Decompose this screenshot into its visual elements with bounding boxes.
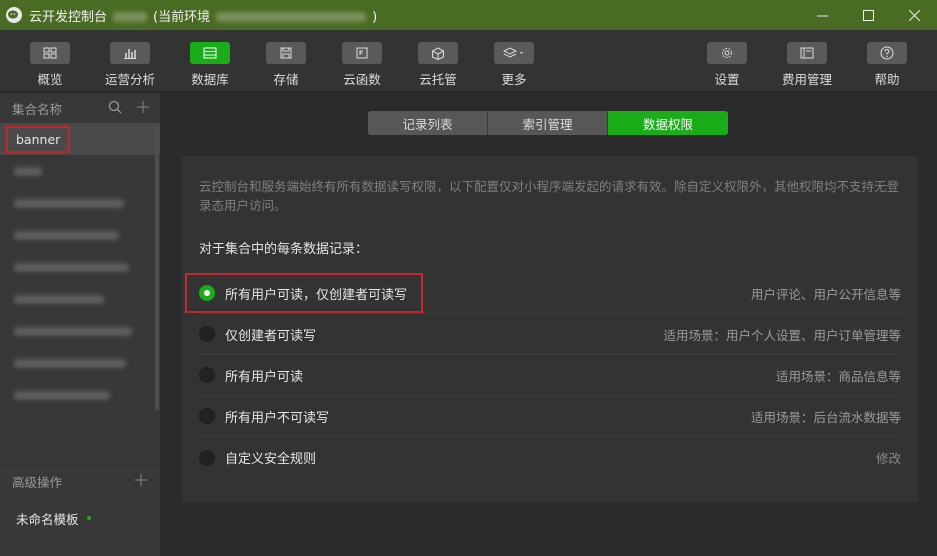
- sidebar-scrollbar[interactable]: [155, 125, 159, 410]
- help-icon: [867, 42, 907, 64]
- wechat-devtools-logo-icon: [6, 7, 22, 23]
- bar-chart-icon: [110, 42, 150, 64]
- database-icon: [190, 42, 230, 64]
- permission-option-custom[interactable]: 自定义安全规则 修改: [199, 437, 901, 478]
- unsaved-dot-icon: [86, 516, 91, 520]
- cube-icon: [418, 42, 458, 64]
- collection-item-redacted[interactable]: [0, 219, 160, 251]
- permissions-panel: 云控制台和服务端始终有所有数据读写权限，以下配置仅对小程序端发起的请求有效。除自…: [182, 156, 918, 502]
- collection-header: 集合名称: [0, 93, 160, 123]
- window-title-suffix: ): [372, 9, 378, 25]
- layers-icon: [494, 42, 534, 64]
- toolbar-database-label: 数据库: [191, 72, 229, 87]
- toolbar-cloud-hosting-label: 云托管: [419, 72, 457, 87]
- toolbar-settings[interactable]: 设置: [697, 42, 757, 88]
- collection-item-redacted[interactable]: [0, 315, 160, 347]
- permission-option-hint: 适用场景：后台流水数据等: [750, 409, 901, 425]
- toolbar-more[interactable]: 更多: [484, 42, 544, 88]
- permission-option-label: 仅创建者可读写: [225, 328, 317, 344]
- template-item[interactable]: 未命名模板: [0, 505, 91, 531]
- minimize-icon: [816, 15, 828, 16]
- collection-item-redacted[interactable]: [0, 379, 160, 411]
- tab-index-management[interactable]: 索引管理: [488, 111, 608, 135]
- permission-option-all-read[interactable]: 所有用户可读 适用场景：商品信息等: [199, 355, 901, 396]
- window-title-prefix: 云开发控制台: [29, 9, 108, 25]
- edit-rules-link[interactable]: 修改: [876, 448, 901, 467]
- toolbar-storage[interactable]: 存储: [256, 42, 316, 88]
- advanced-operations-label: 高级操作: [12, 475, 63, 490]
- toolbar-analytics[interactable]: 运营分析: [100, 42, 160, 88]
- tab-data-permissions[interactable]: 数据权限: [608, 111, 728, 135]
- maximize-icon: [862, 9, 874, 21]
- radio-unselected-icon[interactable]: [199, 367, 215, 383]
- collection-sidebar: 集合名称 banner 高级操作 未命名模板: [0, 93, 160, 556]
- radio-unselected-icon[interactable]: [199, 449, 215, 466]
- toolbar-billing[interactable]: 费用管理: [777, 42, 837, 88]
- radio-unselected-icon[interactable]: [199, 408, 215, 424]
- template-item-label: 未命名模板: [16, 511, 79, 527]
- window-title: 云开发控制台 (当前环境): [29, 6, 377, 25]
- add-collection-icon[interactable]: [136, 100, 150, 114]
- toolbar-overview-label: 概览: [37, 72, 63, 87]
- permission-option-creator-only[interactable]: 仅创建者可读写 适用场景：用户个人设置、用户订单管理等: [199, 314, 901, 355]
- toolbar-cloud-hosting[interactable]: 云托管: [408, 42, 468, 88]
- redacted-env-id: [216, 12, 367, 22]
- minimize-button[interactable]: [799, 0, 845, 30]
- toolbar-functions-label: 云函数: [343, 72, 381, 87]
- toolbar-storage-label: 存储: [273, 72, 299, 87]
- collection-item-banner[interactable]: banner: [0, 123, 160, 155]
- maximize-button[interactable]: [845, 0, 891, 30]
- redacted-appid: [113, 12, 148, 22]
- search-icon[interactable]: [108, 100, 122, 114]
- toolbar-overview[interactable]: 概览: [20, 42, 80, 88]
- advanced-operations-header: 高级操作: [0, 465, 160, 497]
- collection-item-redacted[interactable]: [0, 283, 160, 315]
- grid-icon: [30, 42, 70, 64]
- billing-icon: [787, 42, 827, 64]
- toolbar-settings-label: 设置: [714, 72, 740, 87]
- database-tabs: 记录列表 索引管理 数据权限: [368, 111, 728, 135]
- toolbar-billing-label: 费用管理: [781, 72, 832, 87]
- toolbar-functions[interactable]: 云函数: [332, 42, 392, 88]
- close-icon: [908, 9, 920, 21]
- permission-option-label: 所有用户不可读写: [225, 410, 330, 426]
- toolbar-help[interactable]: 帮助: [857, 42, 917, 88]
- permission-option-label: 所有用户可读: [225, 369, 304, 385]
- tab-record-list[interactable]: 记录列表: [368, 111, 488, 135]
- gear-icon: [707, 42, 747, 64]
- permission-option-public-read[interactable]: 所有用户可读，仅创建者可读写 用户评论、用户公开信息等: [185, 273, 901, 314]
- collection-item-banner-label: banner: [6, 125, 71, 153]
- collection-item-redacted[interactable]: [0, 155, 160, 187]
- permission-option-label: 自定义安全规则: [225, 452, 317, 467]
- collection-item-redacted[interactable]: [0, 251, 160, 283]
- permission-option-hint: 适用场景：商品信息等: [775, 368, 901, 384]
- toolbar-help-label: 帮助: [874, 72, 900, 87]
- storage-icon: [266, 42, 306, 64]
- add-template-icon[interactable]: [134, 473, 148, 487]
- permission-option-none[interactable]: 所有用户不可读写 适用场景：后台流水数据等: [199, 396, 901, 437]
- close-button[interactable]: [891, 0, 937, 30]
- permissions-description: 云控制台和服务端始终有所有数据读写权限，以下配置仅对小程序端发起的请求有效。除自…: [199, 179, 900, 213]
- collection-item-redacted[interactable]: [0, 187, 160, 219]
- collection-item-redacted[interactable]: [0, 347, 160, 379]
- function-icon: [342, 42, 382, 64]
- permission-option-hint: 用户评论、用户公开信息等: [750, 286, 901, 302]
- toolbar-database[interactable]: 数据库: [180, 42, 240, 88]
- permissions-section-title: 对于集合中的每条数据记录：: [199, 242, 369, 257]
- collection-header-label: 集合名称: [12, 101, 63, 117]
- main-toolbar: 概览 运营分析 数据库 存储 云函数 云托管 更多 设置 费用管理 帮助: [0, 30, 937, 92]
- window-title-env: (当前环境: [153, 9, 211, 25]
- radio-unselected-icon[interactable]: [199, 326, 215, 342]
- title-bar: 云开发控制台 (当前环境): [0, 0, 937, 30]
- permission-option-hint: 适用场景：用户个人设置、用户订单管理等: [663, 327, 901, 343]
- toolbar-more-label: 更多: [501, 72, 527, 87]
- highlight-box: [185, 273, 423, 313]
- toolbar-analytics-label: 运营分析: [104, 72, 155, 87]
- main-content: 记录列表 索引管理 数据权限 云控制台和服务端始终有所有数据读写权限，以下配置仅…: [160, 93, 937, 556]
